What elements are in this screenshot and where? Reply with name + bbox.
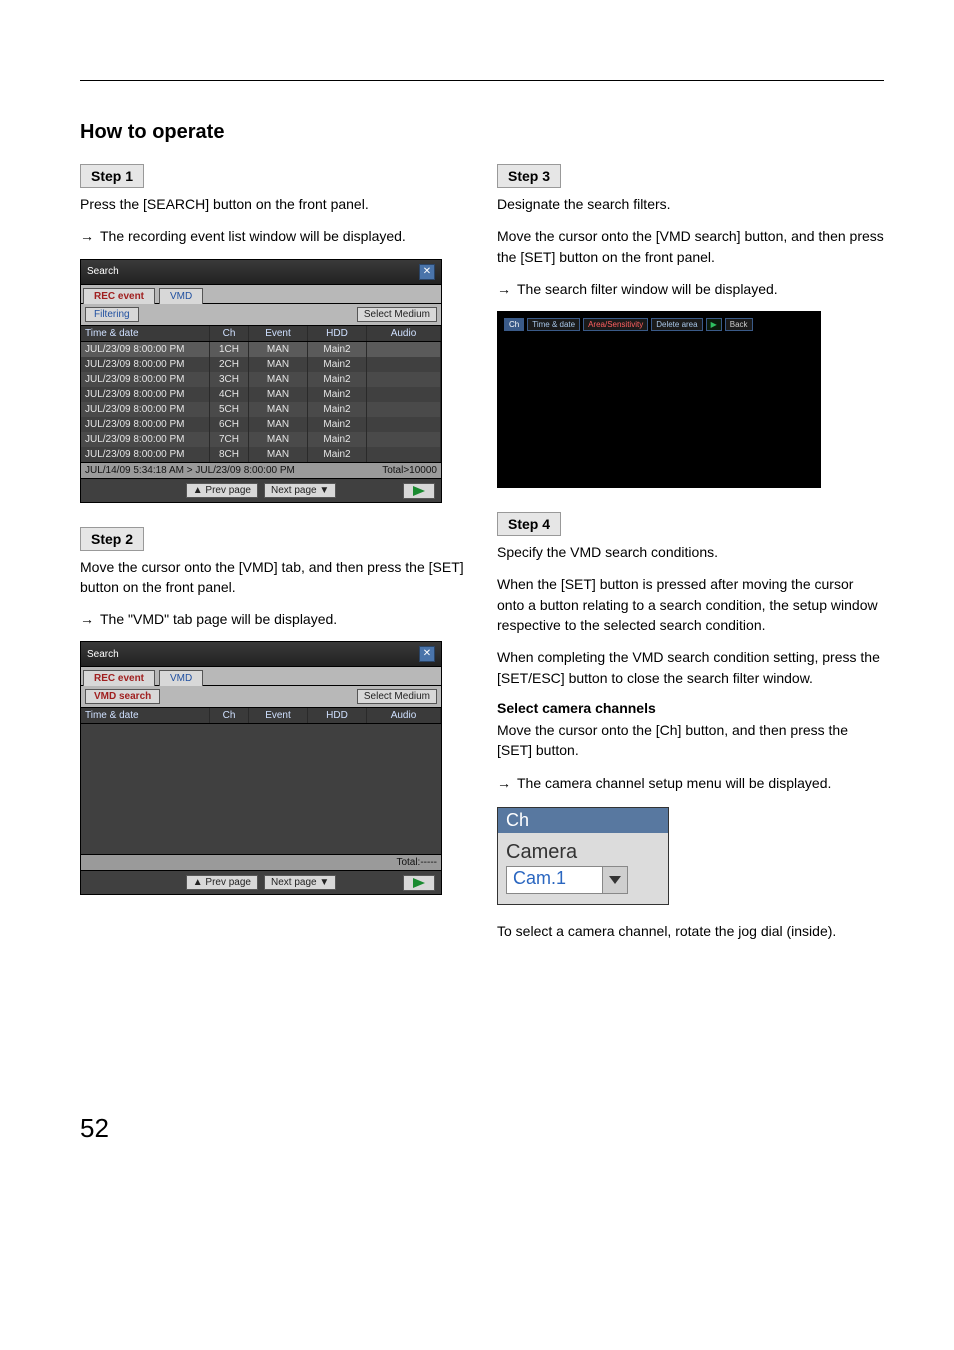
step2-result: →The "VMD" tab page will be displayed. bbox=[80, 609, 467, 629]
step4-p5: To select a camera channel, rotate the j… bbox=[497, 921, 884, 941]
step1-window: Search ✕ REC event VMD Filtering Select … bbox=[80, 259, 442, 503]
step2-grid-header: Time & date Ch Event HDD Audio bbox=[81, 708, 441, 724]
filter-delete-area-button[interactable]: Delete area bbox=[651, 318, 702, 331]
filtering-button[interactable]: Filtering bbox=[85, 307, 139, 322]
step1-summary-range: JUL/14/09 5:34:18 AM > JUL/23/09 8:00:00… bbox=[85, 465, 295, 476]
filter-area-sensitivity-button[interactable]: Area/Sensitivity bbox=[583, 318, 648, 331]
step4-p3: When completing the VMD search condition… bbox=[497, 647, 884, 688]
step4-result: →The camera channel setup menu will be d… bbox=[497, 773, 884, 793]
step1-summary-total: Total>10000 bbox=[382, 465, 437, 476]
tab-vmd[interactable]: VMD bbox=[159, 670, 203, 686]
step3-result: →The search filter window will be displa… bbox=[497, 279, 884, 299]
table-row[interactable]: JUL/23/09 8:00:00 PM6CHMANMain2 bbox=[81, 417, 441, 432]
table-row[interactable]: JUL/23/09 8:00:00 PM8CHMANMain2 bbox=[81, 447, 441, 462]
camera-select[interactable]: Cam.1 bbox=[506, 866, 628, 894]
next-page-button[interactable]: Next page ▼ bbox=[264, 483, 336, 498]
step4-label: Step 4 bbox=[497, 512, 561, 536]
step4-subhead: Select camera channels bbox=[497, 700, 884, 716]
step4-p2: When the [SET] button is pressed after m… bbox=[497, 574, 884, 635]
play-button[interactable] bbox=[403, 875, 435, 891]
select-medium-button[interactable]: Select Medium bbox=[357, 689, 437, 704]
step2-empty-grid bbox=[81, 724, 441, 854]
step1-text: Press the [SEARCH] button on the front p… bbox=[80, 194, 467, 214]
step1-label: Step 1 bbox=[80, 164, 144, 188]
step2-window-title: Search bbox=[87, 649, 119, 660]
table-row[interactable]: JUL/23/09 8:00:00 PM3CHMANMain2 bbox=[81, 372, 441, 387]
step3-filter-window: Ch Time & date Area/Sensitivity Delete a… bbox=[497, 311, 821, 488]
close-icon[interactable]: ✕ bbox=[419, 264, 435, 280]
step2-text: Move the cursor onto the [VMD] tab, and … bbox=[80, 557, 467, 598]
table-row[interactable]: JUL/23/09 8:00:00 PM7CHMANMain2 bbox=[81, 432, 441, 447]
filter-ch-button[interactable]: Ch bbox=[504, 318, 524, 331]
step4-p1: Specify the VMD search conditions. bbox=[497, 542, 884, 562]
page-number: 52 bbox=[80, 1113, 884, 1144]
ch-panel-head: Ch bbox=[498, 808, 668, 833]
filter-back-button[interactable]: Back bbox=[725, 318, 753, 331]
tab-vmd[interactable]: VMD bbox=[159, 288, 203, 304]
step1-result: →The recording event list window will be… bbox=[80, 226, 467, 246]
step2-summary-total: Total:----- bbox=[81, 854, 441, 870]
prev-page-button[interactable]: ▲ Prev page bbox=[186, 875, 258, 890]
table-row[interactable]: JUL/23/09 8:00:00 PM1CHMANMain2 bbox=[81, 342, 441, 357]
filter-time-date-button[interactable]: Time & date bbox=[527, 318, 580, 331]
step2-window: Search ✕ REC event VMD VMD search Select… bbox=[80, 641, 442, 895]
step4-p4: Move the cursor onto the [Ch] button, an… bbox=[497, 720, 884, 761]
page-title: How to operate bbox=[80, 121, 884, 144]
tab-rec-event[interactable]: REC event bbox=[83, 288, 155, 304]
select-medium-button[interactable]: Select Medium bbox=[357, 307, 437, 322]
step3-label: Step 3 bbox=[497, 164, 561, 188]
play-button[interactable] bbox=[403, 483, 435, 499]
camera-select-value: Cam.1 bbox=[507, 867, 602, 893]
table-row[interactable]: JUL/23/09 8:00:00 PM4CHMANMain2 bbox=[81, 387, 441, 402]
vmd-search-button[interactable]: VMD search bbox=[85, 689, 160, 704]
table-row[interactable]: JUL/23/09 8:00:00 PM5CHMANMain2 bbox=[81, 402, 441, 417]
prev-page-button[interactable]: ▲ Prev page bbox=[186, 483, 258, 498]
step3-text2: Move the cursor onto the [VMD search] bu… bbox=[497, 226, 884, 267]
step1-grid-header: Time & date Ch Event HDD Audio bbox=[81, 326, 441, 342]
tab-rec-event[interactable]: REC event bbox=[83, 670, 155, 686]
step3-text1: Designate the search filters. bbox=[497, 194, 884, 214]
table-row[interactable]: JUL/23/09 8:00:00 PM2CHMANMain2 bbox=[81, 357, 441, 372]
ch-panel-label: Camera bbox=[506, 841, 660, 864]
play-icon[interactable]: ▶ bbox=[706, 318, 722, 331]
step1-window-title: Search bbox=[87, 266, 119, 277]
next-page-button[interactable]: Next page ▼ bbox=[264, 875, 336, 890]
close-icon[interactable]: ✕ bbox=[419, 646, 435, 662]
step2-label: Step 2 bbox=[80, 527, 144, 551]
chevron-down-icon[interactable] bbox=[602, 867, 627, 893]
ch-panel: Ch Camera Cam.1 bbox=[497, 807, 669, 905]
